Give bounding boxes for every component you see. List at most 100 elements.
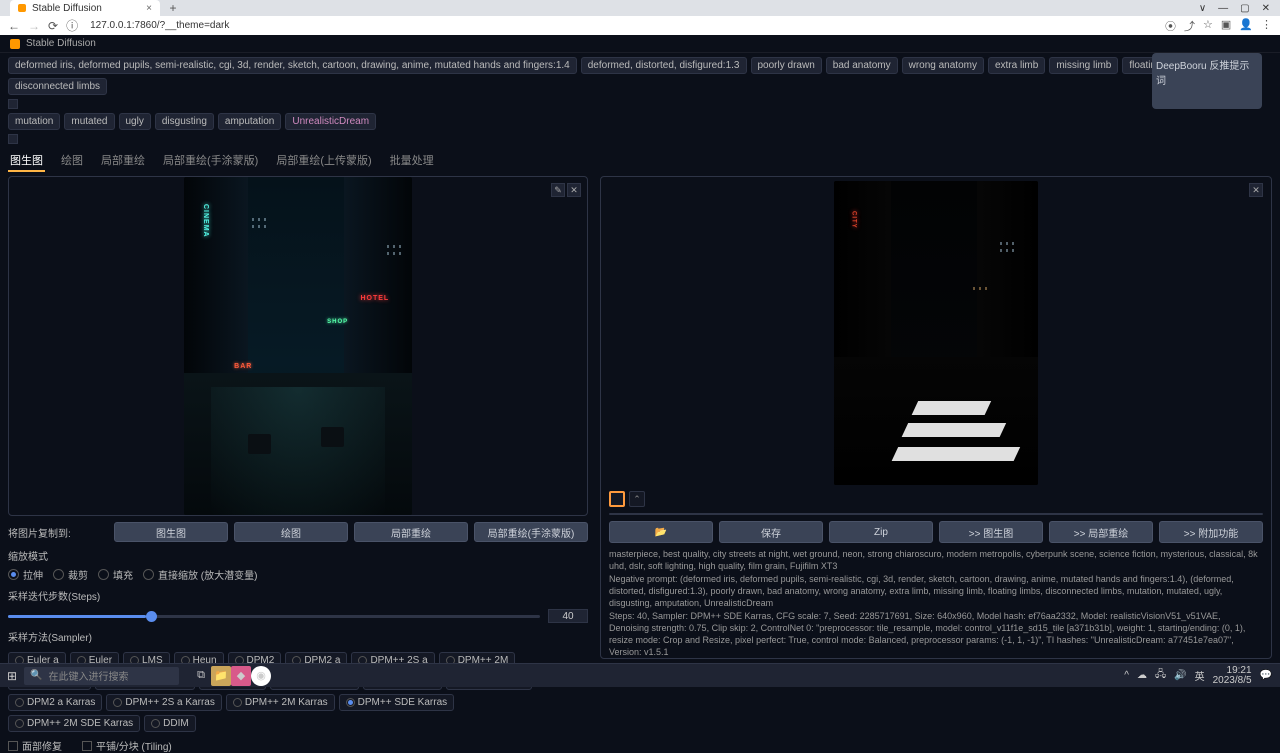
profile-icon[interactable]: 👤 <box>1239 18 1253 34</box>
checkbox-label: 面部修复 <box>22 738 62 753</box>
tag-chip[interactable]: poorly drawn <box>751 57 822 74</box>
face-restore-checkbox[interactable]: 面部修复 <box>8 738 62 753</box>
bookmark-star-icon[interactable]: ☆ <box>1203 18 1213 34</box>
resize-mode-latent[interactable]: 直接缩放 (放大潜变量) <box>143 567 257 582</box>
notifications-icon[interactable]: 💬 <box>1260 670 1272 681</box>
resize-mode-crop[interactable]: 裁剪 <box>53 567 88 582</box>
tag-chip[interactable]: missing limb <box>1049 57 1118 74</box>
resize-mode-fill[interactable]: 填充 <box>98 567 133 582</box>
address-bar[interactable]: 127.0.0.1:7860/?__theme=dark <box>86 20 1157 31</box>
sampler-option[interactable]: DPM++ 2M SDE Karras <box>8 715 140 732</box>
send-to-img2img-button[interactable]: >> 图生图 <box>939 521 1043 543</box>
copy-image-to-label: 将图片复制到: <box>8 525 108 540</box>
sampler-option[interactable]: DPM++ 2M Karras <box>226 694 335 711</box>
sampler-option[interactable]: DDIM <box>144 715 196 732</box>
radio-dot-icon <box>113 698 122 707</box>
nav-back-icon[interactable]: ← <box>8 19 20 33</box>
tag-chip[interactable]: deformed iris, deformed pupils, semi-rea… <box>8 57 577 74</box>
tag-chip[interactable]: extra limb <box>988 57 1045 74</box>
grid-toggle-icon[interactable] <box>8 134 18 144</box>
steps-label: 采样迭代步数(Steps) <box>8 588 588 603</box>
tag-chip[interactable]: amputation <box>218 113 281 130</box>
send-to-inpaint-button[interactable]: >> 局部重绘 <box>1049 521 1153 543</box>
nav-reload-icon[interactable]: ⟳ <box>48 19 58 33</box>
tag-chip[interactable]: ugly <box>119 113 151 130</box>
open-folder-button[interactable]: 📂 <box>609 521 713 543</box>
steps-slider[interactable] <box>8 615 540 618</box>
tag-chip[interactable]: wrong anatomy <box>902 57 984 74</box>
subtab-inpaint[interactable]: 局部重绘 <box>99 150 147 172</box>
tag-chip[interactable]: bad anatomy <box>826 57 898 74</box>
new-tab-button[interactable]: + <box>164 0 182 17</box>
sampler-label: 采样方法(Sampler) <box>8 629 588 644</box>
edit-image-icon[interactable]: ✎ <box>551 183 565 197</box>
bookmark-favicon <box>10 39 20 49</box>
meta-prompt: masterpiece, best quality, city streets … <box>609 549 1263 572</box>
sampler-option[interactable]: DPM++ SDE Karras <box>339 694 454 711</box>
tray-chevron-icon[interactable]: ^ <box>1124 670 1129 681</box>
input-image: CINEMA HOTEL BAR SHOP <box>184 177 412 515</box>
task-view-icon[interactable]: ⧉ <box>191 666 211 686</box>
tray-network-icon[interactable]: 🖧 <box>1155 667 1166 684</box>
resize-mode-stretch[interactable]: 拉伸 <box>8 567 43 582</box>
sampler-option[interactable]: DPM++ 2S a Karras <box>106 694 221 711</box>
subtab-img2img[interactable]: 图生图 <box>8 150 45 172</box>
subtab-inpaint-upload[interactable]: 局部重绘(上传蒙版) <box>274 150 373 172</box>
remove-image-icon[interactable]: ✕ <box>567 183 581 197</box>
close-output-icon[interactable]: ✕ <box>1249 183 1263 197</box>
share-icon[interactable]: ⤴ <box>1184 18 1195 34</box>
tag-chip[interactable]: deformed, distorted, disfigured:1.3 <box>581 57 747 74</box>
tag-chip-lora[interactable]: UnrealisticDream <box>285 113 376 130</box>
save-button[interactable]: 保存 <box>719 521 823 543</box>
translate-icon[interactable]: ⦿ <box>1165 18 1176 34</box>
bookmark-item[interactable]: Stable Diffusion <box>26 38 96 49</box>
chrome-dropdown-icon[interactable]: ∨ <box>1199 3 1206 14</box>
tiling-checkbox[interactable]: 平铺/分块 (Tiling) <box>82 738 172 753</box>
site-info-icon[interactable]: ⓘ <box>66 17 78 34</box>
window-minimize-icon[interactable]: — <box>1218 3 1228 14</box>
sampler-option[interactable]: DPM2 a Karras <box>8 694 102 711</box>
chrome-menu-icon[interactable]: ⋮ <box>1261 18 1272 34</box>
tab-close-icon[interactable]: × <box>146 3 152 14</box>
tray-ime[interactable]: 英 <box>1195 668 1205 683</box>
output-thumbnail[interactable] <box>609 491 625 507</box>
send-to-extras-button[interactable]: >> 附加功能 <box>1159 521 1263 543</box>
chrome-icon[interactable]: ◉ <box>251 666 271 686</box>
explorer-icon[interactable]: 📁 <box>211 666 231 686</box>
tray-volume-icon[interactable]: 🔊 <box>1174 670 1186 681</box>
input-image-area[interactable]: ✎ ✕ CINEMA HOTEL BAR SHOP <box>8 176 588 516</box>
gallery-expand-icon[interactable]: ⌃ <box>629 491 645 507</box>
window-close-icon[interactable]: ✕ <box>1262 3 1270 14</box>
checkbox-label: 平铺/分块 (Tiling) <box>96 738 172 753</box>
tag-chip[interactable]: mutated <box>64 113 114 130</box>
sampler-option-label: DPM++ 2S a Karras <box>125 697 214 708</box>
browser-tab[interactable]: Stable Diffusion × <box>10 0 160 16</box>
output-image[interactable]: CITY <box>834 181 1038 485</box>
grid-toggle-icon[interactable] <box>8 99 18 109</box>
taskbar-search[interactable]: 🔍 在此键入进行搜索 <box>24 667 179 685</box>
copy-to-inpaint-button[interactable]: 局部重绘 <box>354 522 468 542</box>
start-button[interactable]: ⊞ <box>0 664 24 688</box>
resize-mode-radio-group: 拉伸 裁剪 填充 直接缩放 (放大潜变量) <box>8 567 588 582</box>
tray-cloud-icon[interactable]: ☁ <box>1137 670 1147 681</box>
copy-to-img2img-button[interactable]: 图生图 <box>114 522 228 542</box>
copy-to-inpaint-sketch-button[interactable]: 局部重绘(手涂蒙版) <box>474 522 588 542</box>
deepbooru-button[interactable]: DeepBooru 反推提示词 <box>1152 53 1262 109</box>
subtab-batch[interactable]: 批量处理 <box>388 150 436 172</box>
zip-button[interactable]: Zip <box>829 521 933 543</box>
app-icon[interactable]: ◆ <box>231 666 251 686</box>
img2img-subtabs: 图生图 绘图 局部重绘 局部重绘(手涂蒙版) 局部重绘(上传蒙版) 批量处理 <box>8 150 1272 172</box>
steps-value[interactable]: 40 <box>548 609 588 623</box>
copy-to-sketch-button[interactable]: 绘图 <box>234 522 348 542</box>
subtab-inpaint-sketch[interactable]: 局部重绘(手涂蒙版) <box>161 150 260 172</box>
deepbooru-label: DeepBooru 反推提示词 <box>1156 61 1249 87</box>
tag-chip[interactable]: mutation <box>8 113 60 130</box>
resize-mode-option-label: 填充 <box>113 567 133 582</box>
tab-favicon <box>18 4 26 12</box>
extensions-icon[interactable]: ▣ <box>1221 18 1231 34</box>
window-maximize-icon[interactable]: ▢ <box>1240 3 1249 14</box>
tag-chip[interactable]: disgusting <box>155 113 214 130</box>
tag-chip[interactable]: disconnected limbs <box>8 78 107 95</box>
resize-mode-option-label: 拉伸 <box>23 567 43 582</box>
subtab-sketch[interactable]: 绘图 <box>59 150 85 172</box>
